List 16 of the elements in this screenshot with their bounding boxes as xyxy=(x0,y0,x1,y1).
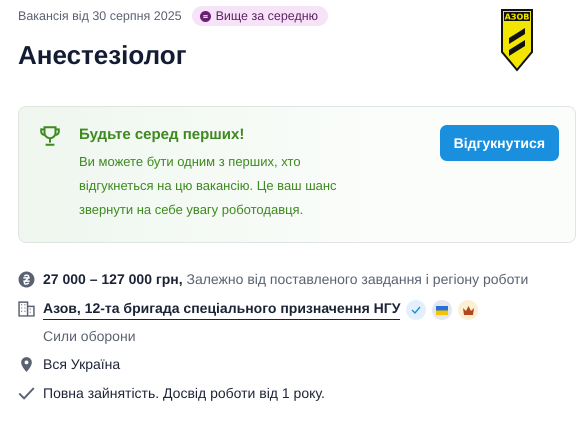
posted-date: Вакансія від 30 серпня 2025 xyxy=(18,9,182,23)
building-icon xyxy=(18,300,35,317)
employment-terms-text: Повна зайнятість. Досвід роботи від 1 року. xyxy=(43,385,325,401)
callout-text: Ви можете бути одним з перших, хто відгукнеться на цю вакансію. Це ваш шанс звернути на себе увагу роботодавця. xyxy=(79,153,338,219)
location-pin-icon xyxy=(18,356,35,373)
hryvnia-icon xyxy=(18,271,35,288)
salary-text: 27 000 – 127 000 грн, Залежно від поставленого завдання і регіону роботи xyxy=(43,271,528,287)
trophy-icon xyxy=(39,125,61,147)
company-link[interactable]: Азов, 12-та бригада спеціального призначення НГУ xyxy=(43,300,400,320)
location-text: Вся Україна xyxy=(43,356,120,372)
checkmark-icon xyxy=(18,385,35,402)
company-logo: АЗОВ xyxy=(500,8,534,72)
salary-badge: Вище за середню xyxy=(192,6,328,26)
industry-text: Сили оборони xyxy=(43,328,137,344)
job-title: Анестезіолог xyxy=(18,40,188,71)
callout-title: Будьте серед перших! xyxy=(79,126,246,143)
